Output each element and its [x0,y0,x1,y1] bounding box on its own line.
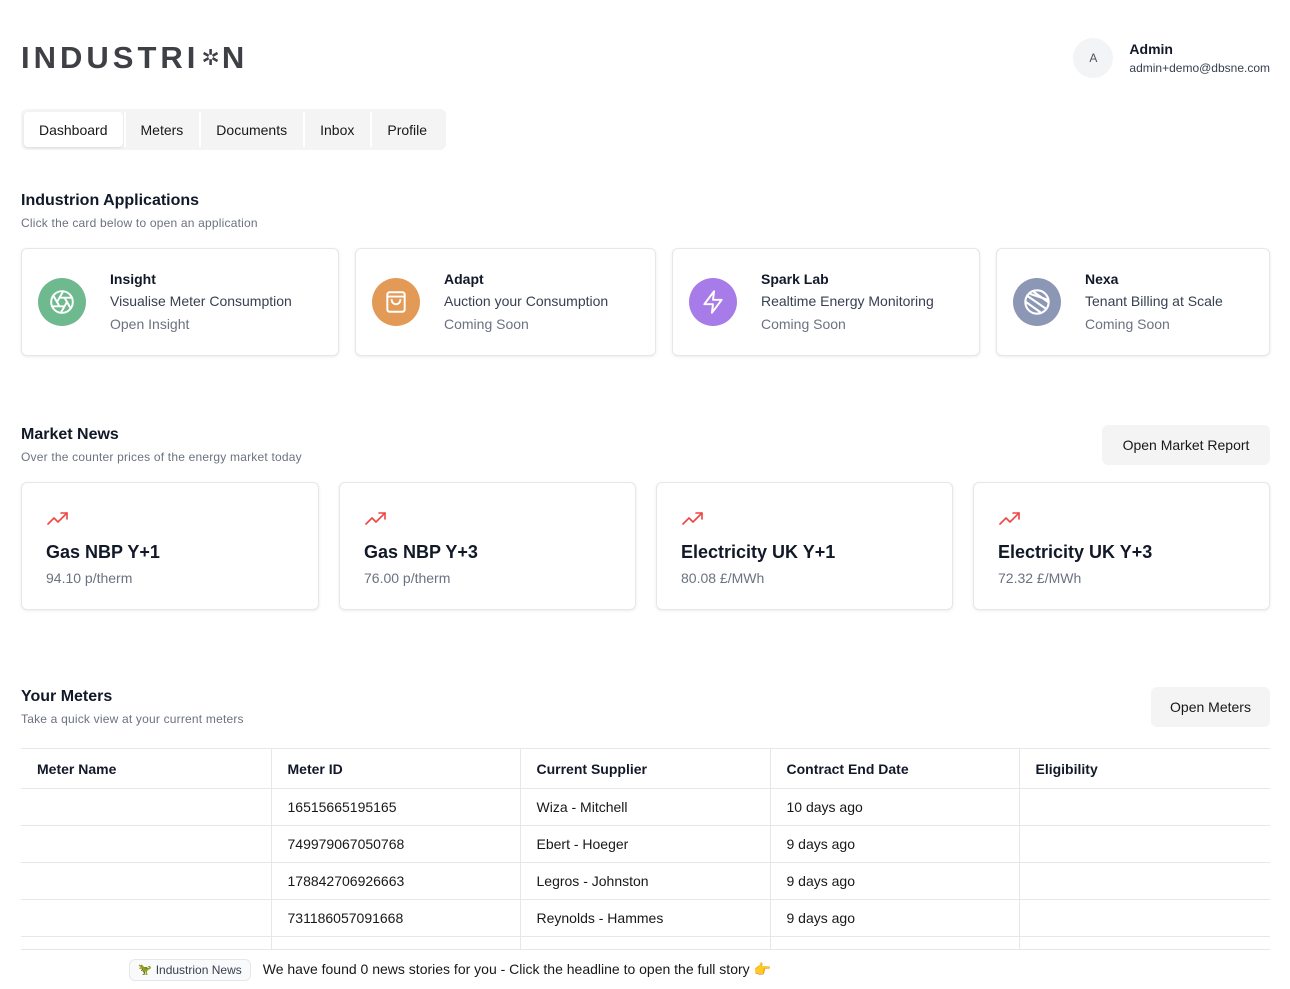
cell-eligibility [1018,825,1270,863]
user-info: Admin admin+demo@dbsne.com [1129,39,1270,77]
trending-up-icon [682,512,703,525]
user-menu[interactable]: A Admin admin+demo@dbsne.com [1073,38,1270,78]
applications-subtitle: Click the card below to open an applicat… [21,216,258,230]
cell-meter-name [21,825,271,863]
cell-meter-name [21,862,271,900]
cell-contract-end: 9 days ago [769,825,1019,863]
user-email: admin+demo@dbsne.com [1129,61,1270,75]
app-status: Coming Soon [1085,316,1170,332]
cell-contract-end: 10 days ago [769,788,1019,826]
market-item-title: Gas NBP Y+1 [46,542,160,562]
tab-inbox[interactable]: Inbox [305,112,369,147]
avatar[interactable]: A [1073,38,1114,78]
app-card-adapt[interactable]: Adapt Auction your Consumption Coming So… [355,248,656,356]
cell-meter-id: 178842706926663 [270,862,520,900]
cell-supplier: Legros - Johnston [519,862,770,900]
table-row[interactable]: 16515665195165 Wiza - Mitchell 10 days a… [21,788,1270,826]
cell-meter-id: 749979067050768 [270,825,520,863]
aperture-icon [38,278,86,326]
tab-profile[interactable]: Profile [372,112,442,147]
tab-documents[interactable]: Documents [201,112,302,147]
market-item-price: 76.00 p/therm [364,570,451,586]
cell-eligibility [1018,862,1270,900]
user-name: Admin [1129,41,1173,57]
cell-meter-id: 16515665195165 [270,788,520,826]
cell-meter-name [21,899,271,937]
app-name: Spark Lab [761,271,829,287]
cell-eligibility [1018,788,1270,826]
dinosaur-icon: 🦖 [138,964,152,976]
cell-supplier: Wiza - Mitchell [519,788,770,826]
market-subtitle: Over the counter prices of the energy ma… [21,450,302,464]
news-badge[interactable]: 🦖 Industrion News [129,958,251,981]
market-item-price: 72.32 £/MWh [998,570,1082,586]
app-name: Insight [110,271,156,287]
app-status: Coming Soon [761,316,846,332]
table-row[interactable]: 178842706926663 Legros - Johnston 9 days… [21,862,1270,900]
meters-table: Meter Name Meter ID Current Supplier Con… [21,748,1270,974]
news-ticker: 🦖 Industrion News We have found 0 news s… [21,949,1270,989]
cell-eligibility [1018,899,1270,937]
logo-star-icon: ✲ [201,45,220,70]
column-header-contract-end-date[interactable]: Contract End Date [769,748,1019,789]
logo: INDUSTRI✲N [21,40,248,76]
market-item-title: Electricity UK Y+1 [681,542,836,562]
logo-text-right: N [221,40,249,75]
column-header-meter-name[interactable]: Meter Name [21,748,271,789]
tab-dashboard[interactable]: Dashboard [24,112,123,147]
cell-meter-name [21,788,271,826]
table-row[interactable]: 731186057091668 Reynolds - Hammes 9 days… [21,899,1270,937]
market-card[interactable]: Electricity UK Y+1 80.08 £/MWh [656,482,953,610]
cell-supplier: Ebert - Hoeger [519,825,770,863]
news-badge-label: Industrion News [155,962,242,977]
meters-subtitle: Take a quick view at your current meters [21,712,244,726]
app-card-insight[interactable]: Insight Visualise Meter Consumption Open… [21,248,339,356]
app-description: Realtime Energy Monitoring [761,293,934,309]
market-item-price: 80.08 £/MWh [681,570,765,586]
app-card-nexa[interactable]: Nexa Tenant Billing at Scale Coming Soon [996,248,1270,356]
meters-title: Your Meters [21,688,113,705]
app-description: Tenant Billing at Scale [1085,293,1223,309]
app-name: Nexa [1085,271,1119,287]
tab-meters[interactable]: Meters [126,112,199,147]
app-card-spark-lab[interactable]: Spark Lab Realtime Energy Monitoring Com… [672,248,980,356]
market-item-title: Electricity UK Y+3 [998,542,1153,562]
cell-contract-end: 9 days ago [769,899,1019,937]
column-header-eligibility[interactable]: Eligibility [1018,748,1270,789]
market-title: Market News [21,426,119,443]
market-item-title: Gas NBP Y+3 [364,542,478,562]
app-description: Auction your Consumption [444,293,609,309]
trending-up-icon [47,512,68,525]
main-tabs: Dashboard Meters Documents Inbox Profile [21,109,447,150]
globe-slash-icon [1013,278,1061,326]
market-card[interactable]: Electricity UK Y+3 72.32 £/MWh [973,482,1270,610]
open-market-report-button[interactable]: Open Market Report [1102,425,1270,465]
cell-meter-id: 731186057091668 [270,899,520,937]
app-status[interactable]: Open Insight [110,313,292,335]
table-header-row: Meter Name Meter ID Current Supplier Con… [21,748,1270,789]
cell-contract-end: 9 days ago [769,862,1019,900]
shopping-bag-icon [372,278,420,326]
column-header-meter-id[interactable]: Meter ID [270,748,520,789]
column-header-current-supplier[interactable]: Current Supplier [519,748,770,789]
cell-supplier: Reynolds - Hammes [519,899,770,937]
market-card[interactable]: Gas NBP Y+1 94.10 p/therm [21,482,319,610]
trending-up-icon [365,512,386,525]
logo-text-left: INDUSTRI [21,40,200,75]
market-item-price: 94.10 p/therm [46,570,133,586]
lightning-icon [689,278,737,326]
app-status: Coming Soon [444,316,529,332]
market-card[interactable]: Gas NBP Y+3 76.00 p/therm [339,482,636,610]
news-headline[interactable]: We have found 0 news stories for you - C… [263,961,771,978]
app-name: Adapt [444,271,484,287]
open-meters-button[interactable]: Open Meters [1151,687,1270,727]
applications-title: Industrion Applications [21,192,200,209]
table-row[interactable]: 749979067050768 Ebert - Hoeger 9 days ag… [21,825,1270,863]
trending-up-icon [999,512,1020,525]
app-description: Visualise Meter Consumption [110,293,292,309]
